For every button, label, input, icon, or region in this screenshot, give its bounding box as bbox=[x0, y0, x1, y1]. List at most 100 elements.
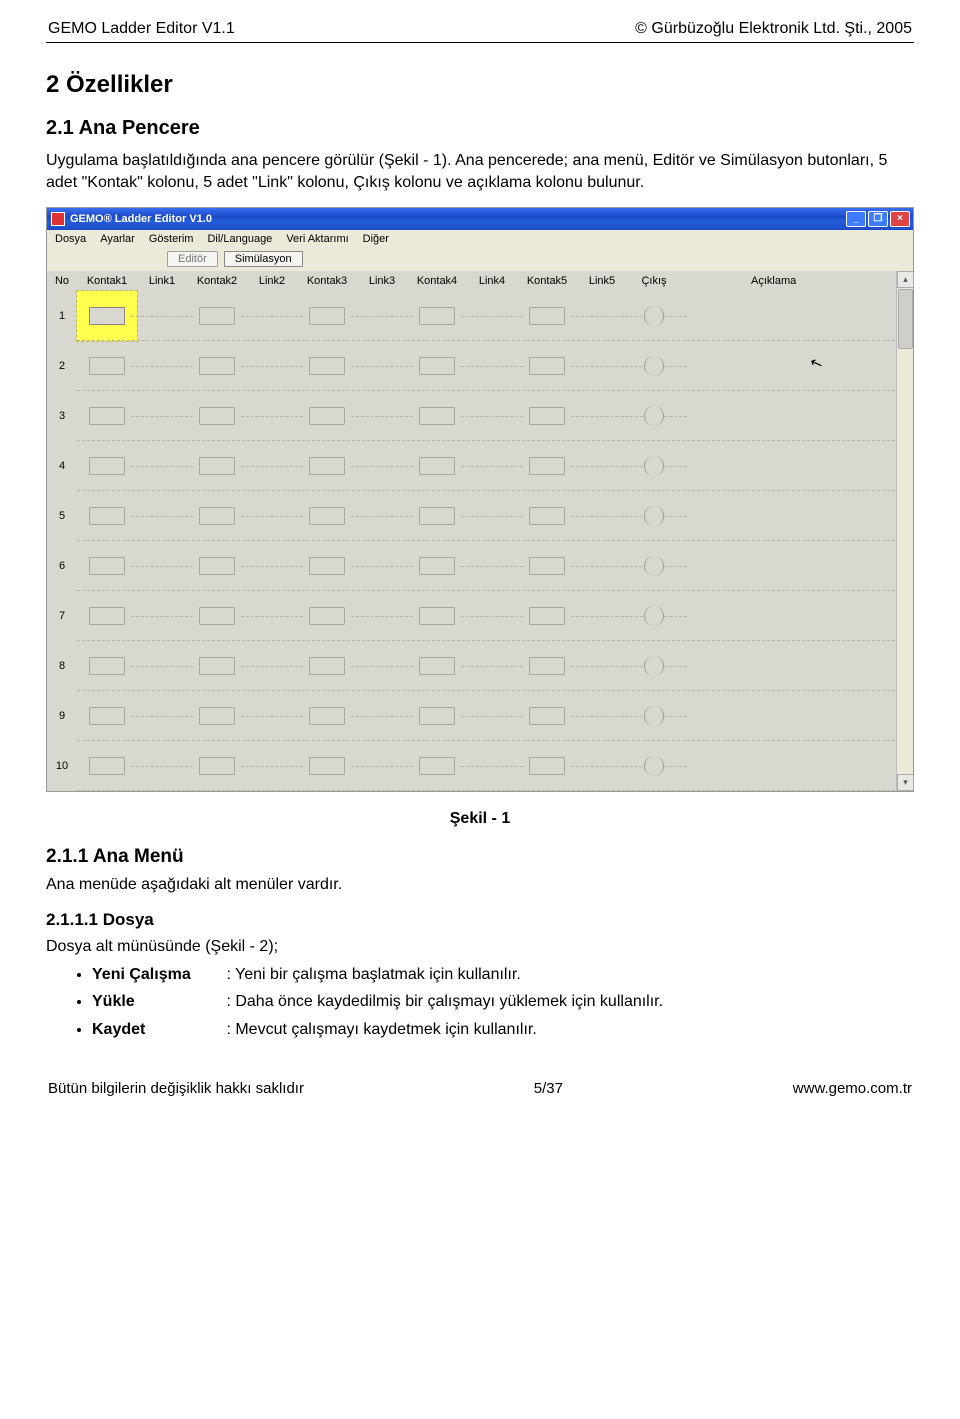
kontak-cell[interactable] bbox=[77, 441, 137, 491]
output-cell[interactable] bbox=[627, 641, 681, 691]
link-cell[interactable] bbox=[577, 591, 627, 641]
link-cell[interactable] bbox=[247, 341, 297, 391]
scroll-up-button[interactable]: ▴ bbox=[897, 271, 914, 288]
output-cell[interactable] bbox=[627, 341, 681, 391]
link-cell[interactable] bbox=[577, 341, 627, 391]
kontak-cell[interactable] bbox=[77, 541, 137, 591]
link-cell[interactable] bbox=[357, 691, 407, 741]
link-cell[interactable] bbox=[137, 641, 187, 691]
vertical-scrollbar[interactable]: ▴ ▾ bbox=[896, 271, 913, 791]
kontak-cell[interactable] bbox=[77, 741, 137, 791]
output-cell[interactable] bbox=[627, 741, 681, 791]
link-cell[interactable] bbox=[137, 491, 187, 541]
link-cell[interactable] bbox=[357, 291, 407, 341]
menu-diger[interactable]: Diğer bbox=[363, 233, 389, 246]
link-cell[interactable] bbox=[137, 391, 187, 441]
output-cell[interactable] bbox=[627, 441, 681, 491]
kontak-cell[interactable] bbox=[407, 291, 467, 341]
link-cell[interactable] bbox=[137, 591, 187, 641]
link-cell[interactable] bbox=[247, 741, 297, 791]
link-cell[interactable] bbox=[247, 491, 297, 541]
kontak-cell[interactable] bbox=[187, 291, 247, 341]
output-cell[interactable] bbox=[627, 541, 681, 591]
kontak-cell[interactable] bbox=[407, 641, 467, 691]
link-cell[interactable] bbox=[467, 591, 517, 641]
kontak-cell[interactable] bbox=[77, 641, 137, 691]
kontak-cell[interactable] bbox=[77, 591, 137, 641]
link-cell[interactable] bbox=[577, 391, 627, 441]
link-cell[interactable] bbox=[357, 491, 407, 541]
link-cell[interactable] bbox=[467, 641, 517, 691]
link-cell[interactable] bbox=[137, 741, 187, 791]
kontak-cell[interactable] bbox=[297, 291, 357, 341]
kontak-cell[interactable] bbox=[407, 491, 467, 541]
kontak-cell[interactable] bbox=[517, 441, 577, 491]
link-cell[interactable] bbox=[467, 691, 517, 741]
output-cell[interactable] bbox=[627, 691, 681, 741]
link-cell[interactable] bbox=[577, 491, 627, 541]
kontak-cell[interactable] bbox=[187, 691, 247, 741]
kontak-cell[interactable] bbox=[297, 491, 357, 541]
link-cell[interactable] bbox=[247, 441, 297, 491]
maximize-button[interactable]: ❐ bbox=[868, 211, 888, 227]
kontak-cell[interactable] bbox=[187, 341, 247, 391]
menu-veri[interactable]: Veri Aktarımı bbox=[286, 233, 348, 246]
link-cell[interactable] bbox=[357, 741, 407, 791]
kontak-cell[interactable] bbox=[517, 491, 577, 541]
link-cell[interactable] bbox=[577, 441, 627, 491]
kontak-cell[interactable] bbox=[297, 741, 357, 791]
output-cell[interactable] bbox=[627, 591, 681, 641]
kontak-cell[interactable] bbox=[187, 641, 247, 691]
link-cell[interactable] bbox=[137, 341, 187, 391]
link-cell[interactable] bbox=[467, 291, 517, 341]
kontak-cell[interactable] bbox=[407, 691, 467, 741]
link-cell[interactable] bbox=[137, 441, 187, 491]
minimize-button[interactable]: _ bbox=[846, 211, 866, 227]
link-cell[interactable] bbox=[467, 541, 517, 591]
link-cell[interactable] bbox=[467, 341, 517, 391]
kontak-cell[interactable] bbox=[297, 391, 357, 441]
kontak-cell[interactable] bbox=[517, 691, 577, 741]
output-cell[interactable] bbox=[627, 291, 681, 341]
scroll-thumb[interactable] bbox=[898, 289, 913, 349]
kontak-cell[interactable] bbox=[187, 591, 247, 641]
kontak-cell[interactable] bbox=[297, 341, 357, 391]
scroll-down-button[interactable]: ▾ bbox=[897, 774, 914, 791]
link-cell[interactable] bbox=[247, 691, 297, 741]
kontak-cell[interactable] bbox=[77, 291, 137, 341]
link-cell[interactable] bbox=[247, 391, 297, 441]
menu-gosterim[interactable]: Gösterim bbox=[149, 233, 194, 246]
link-cell[interactable] bbox=[137, 291, 187, 341]
close-button[interactable]: × bbox=[890, 211, 910, 227]
link-cell[interactable] bbox=[577, 291, 627, 341]
kontak-cell[interactable] bbox=[407, 741, 467, 791]
kontak-cell[interactable] bbox=[407, 441, 467, 491]
kontak-cell[interactable] bbox=[297, 441, 357, 491]
kontak-cell[interactable] bbox=[77, 341, 137, 391]
link-cell[interactable] bbox=[467, 441, 517, 491]
kontak-cell[interactable] bbox=[517, 541, 577, 591]
menu-dil[interactable]: Dil/Language bbox=[207, 233, 272, 246]
link-cell[interactable] bbox=[357, 641, 407, 691]
kontak-cell[interactable] bbox=[407, 341, 467, 391]
kontak-cell[interactable] bbox=[77, 691, 137, 741]
kontak-cell[interactable] bbox=[517, 341, 577, 391]
link-cell[interactable] bbox=[467, 741, 517, 791]
link-cell[interactable] bbox=[357, 441, 407, 491]
kontak-cell[interactable] bbox=[187, 741, 247, 791]
titlebar[interactable]: GEMO® Ladder Editor V1.0 _ ❐ × bbox=[47, 208, 913, 230]
kontak-cell[interactable] bbox=[187, 541, 247, 591]
kontak-cell[interactable] bbox=[187, 491, 247, 541]
link-cell[interactable] bbox=[357, 341, 407, 391]
link-cell[interactable] bbox=[247, 291, 297, 341]
kontak-cell[interactable] bbox=[517, 391, 577, 441]
link-cell[interactable] bbox=[467, 391, 517, 441]
output-cell[interactable] bbox=[627, 391, 681, 441]
link-cell[interactable] bbox=[137, 541, 187, 591]
link-cell[interactable] bbox=[357, 591, 407, 641]
output-cell[interactable] bbox=[627, 491, 681, 541]
kontak-cell[interactable] bbox=[517, 291, 577, 341]
link-cell[interactable] bbox=[247, 591, 297, 641]
menu-ayarlar[interactable]: Ayarlar bbox=[100, 233, 135, 246]
kontak-cell[interactable] bbox=[297, 691, 357, 741]
